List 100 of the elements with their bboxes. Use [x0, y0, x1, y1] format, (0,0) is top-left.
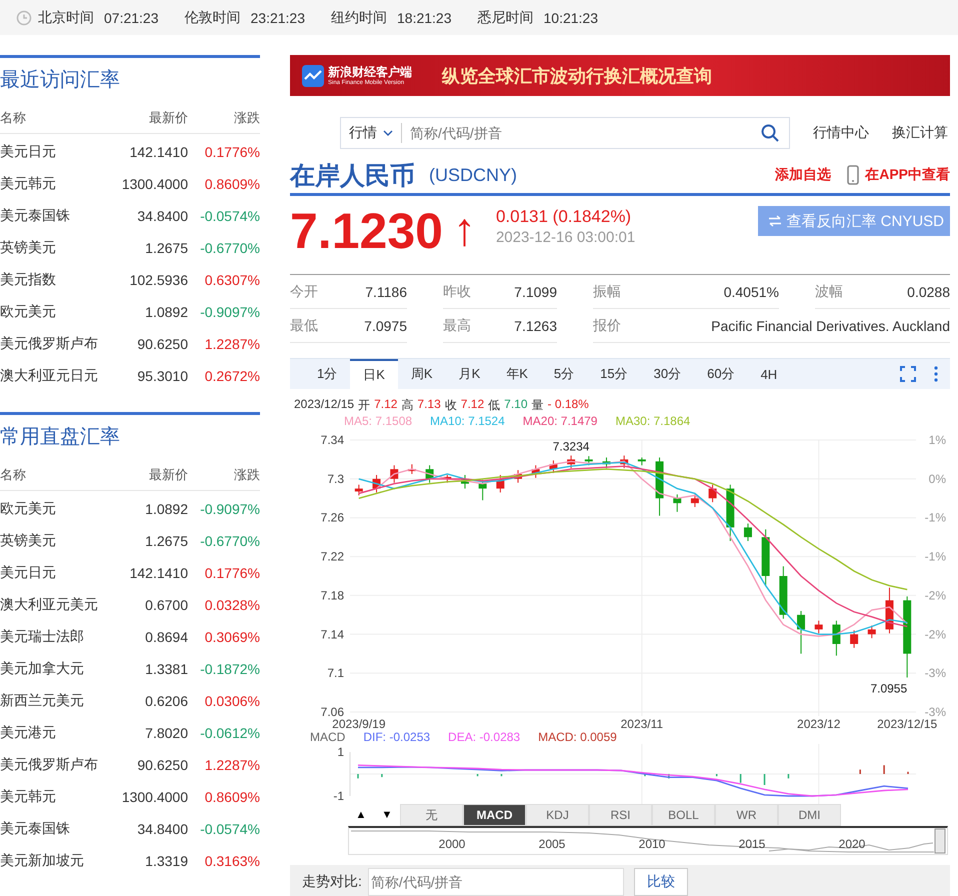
currency-pair-link[interactable]: 美元新加坡元 [0, 852, 100, 870]
stat-value: 0.4051% [724, 284, 779, 300]
price-cell-text: 1.0892 [144, 501, 188, 517]
currency-pair-link[interactable]: 美元指数 [0, 271, 100, 289]
price-cell-text: 102.5936 [128, 272, 188, 288]
percent-axis-label: 0% [928, 472, 946, 486]
currency-pair-link[interactable]: 美元日元 [0, 564, 100, 582]
currency-pair-link[interactable]: 美元泰国铢 [0, 820, 100, 838]
city-time: 07:21:23 [104, 10, 158, 26]
currency-pair-link[interactable]: 澳大利亚元美元 [0, 596, 100, 614]
price-cell-text: 0.6700 [144, 597, 188, 613]
period-tab[interactable]: 周K [398, 359, 446, 389]
change-cell-text: 0.0328% [204, 597, 260, 613]
price-cell-text: 90.6250 [136, 757, 188, 773]
currency-pair-link[interactable]: 澳大利亚元日元 [0, 367, 100, 385]
currency-pair-link[interactable]: 欧元美元 [0, 303, 100, 321]
compare-button[interactable]: 比较 [634, 868, 688, 896]
search-icon[interactable] [761, 124, 779, 142]
falling-candle [744, 523, 752, 542]
nav-link[interactable]: 行情中心 [813, 124, 869, 142]
change-cell-text: 0.3069% [204, 629, 260, 645]
indicator-tab[interactable]: MACD [463, 804, 526, 826]
rising-candle [549, 460, 558, 474]
indicator-tab[interactable]: BOLL [652, 804, 715, 826]
range-handle[interactable] [934, 828, 946, 854]
indicator-tab[interactable]: WR [715, 804, 778, 826]
currency-pair-link[interactable]: 英镑美元 [0, 532, 100, 550]
chart-logo-icon [302, 64, 324, 86]
compare-field[interactable]: 简称/代码/拼音 [368, 868, 624, 896]
change-cell-text: -0.6770% [199, 533, 260, 549]
currency-pair-link[interactable]: 美元瑞士法郎 [0, 628, 100, 646]
change-cell-text: 0.1776% [204, 144, 260, 160]
rising-candle [443, 474, 452, 484]
period-tab[interactable]: 15分 [587, 359, 641, 389]
change-cell-text: -0.9097% [199, 501, 260, 517]
period-tab[interactable]: 日K [350, 359, 398, 389]
nav-link[interactable]: 换汇计算 [892, 124, 948, 142]
period-tab[interactable]: 30分 [640, 359, 694, 389]
currency-code: (USDCNY) [429, 164, 517, 186]
column-header: 名称 [0, 109, 27, 127]
currency-pair-link[interactable]: 美元日元 [0, 143, 100, 161]
falling-candle [673, 494, 682, 512]
app-name: 新浪财经客户端 [328, 66, 412, 78]
percent-axis-label: -1% [924, 550, 946, 564]
year-label: 2015 [738, 837, 766, 851]
change-cell-text: 0.0306% [204, 693, 260, 709]
fullscreen-icon[interactable] [900, 366, 916, 382]
stat-label: 波幅 [815, 282, 843, 300]
indicator-tab[interactable]: RSI [589, 804, 652, 826]
rising-candle [690, 494, 699, 508]
more-icon[interactable] [934, 366, 938, 382]
y-axis-label: 7.34 [320, 433, 344, 447]
column-header: 最新价 [148, 466, 188, 484]
period-tab[interactable]: 4H [748, 359, 790, 389]
percent-axis-label: -2% [924, 588, 946, 602]
percent-axis-label: 1% [928, 433, 946, 447]
price-cell-text: 142.1410 [128, 144, 188, 160]
currency-pair-link[interactable]: 美元俄罗斯卢布 [0, 756, 100, 774]
indicator-tab[interactable]: KDJ [526, 804, 589, 826]
ma-legend: MA5: 7.1508 [344, 414, 412, 428]
period-tab[interactable]: 60分 [694, 359, 748, 389]
currency-pair-link[interactable]: 美元泰国铢 [0, 207, 100, 225]
period-tab[interactable]: 5分 [540, 359, 588, 389]
compare-label: 走势对比: [302, 873, 362, 891]
trend-arrow: ↑ [452, 206, 476, 252]
currency-pair-link[interactable]: 英镑美元 [0, 239, 100, 257]
column-header: 名称 [0, 466, 27, 484]
currency-pair-link[interactable]: 欧元美元 [0, 500, 100, 518]
add-watchlist-link[interactable]: 添加自选 [775, 166, 832, 184]
view-in-app-link[interactable]: 在APP中查看 [865, 166, 950, 184]
stat-value: 7.1186 [365, 284, 407, 300]
rising-candle [354, 484, 363, 496]
currency-pair-link[interactable]: 美元港元 [0, 724, 100, 742]
currency-pair-link[interactable]: 美元俄罗斯卢布 [0, 335, 100, 353]
currency-pair-link[interactable]: 美元韩元 [0, 788, 100, 806]
search-field[interactable]: 行情 简称/代码/拼音 [340, 117, 790, 149]
percent-axis-label: -3% [924, 666, 946, 680]
price-cell-text: 0.8694 [144, 629, 188, 645]
change-cell-text: 0.3163% [204, 853, 260, 869]
period-tab[interactable]: 年K [493, 359, 541, 389]
y-axis-label: 7.1 [327, 666, 344, 680]
change-cell-text: -0.0574% [199, 821, 260, 837]
y-axis-label: -1 [333, 789, 344, 803]
swap-icon [768, 215, 782, 227]
period-tab[interactable]: 1分 [304, 359, 350, 389]
period-tab[interactable]: 月K [446, 359, 494, 389]
currency-pair-link[interactable]: 新西兰元美元 [0, 692, 100, 710]
stat-label: 今开 [290, 282, 318, 300]
chevron-down-icon [383, 130, 393, 136]
indicator-tab[interactable]: DMI [778, 804, 841, 826]
indicator-tab[interactable]: 无 [400, 804, 463, 826]
rising-candle [850, 630, 858, 648]
y-axis-label: 7.06 [320, 705, 344, 719]
currency-pair-link[interactable]: 美元韩元 [0, 175, 100, 193]
currency-pair-link[interactable]: 美元加拿大元 [0, 660, 100, 678]
change-cell-text: -0.6770% [199, 240, 260, 256]
falling-candle [656, 456, 664, 516]
city-label: 悉尼时间 [478, 8, 534, 26]
percent-axis-label: -1% [924, 510, 946, 525]
price-cell-text: 0.6206 [144, 693, 188, 709]
